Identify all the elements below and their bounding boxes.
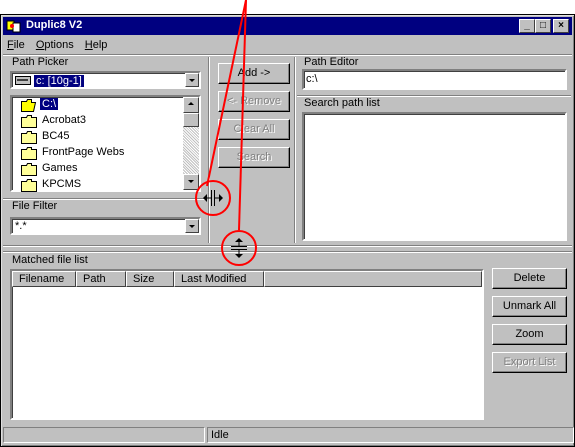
chevron-down-icon[interactable] [185, 73, 199, 87]
minimize-icon: _ [524, 20, 530, 31]
delete-button[interactable]: Delete [492, 268, 567, 289]
minimize-button[interactable]: _ [519, 19, 535, 33]
folder-icon [21, 115, 37, 128]
export-list-button[interactable]: Export List [492, 352, 567, 373]
open-folder-icon [21, 99, 37, 112]
folder-list-scrollbar[interactable] [183, 97, 199, 190]
matched-divider [3, 251, 572, 253]
app-icon [6, 20, 21, 33]
menu-file[interactable]: File [3, 37, 29, 51]
window-title: Duplic8 V2 [26, 19, 83, 31]
chevron-down-icon[interactable] [185, 219, 199, 233]
zoom-button[interactable]: Zoom [492, 324, 567, 345]
menu-bar: File Options Help [3, 37, 572, 55]
menu-help[interactable]: Help [81, 37, 112, 51]
status-bar: Idle [3, 426, 574, 444]
column-filename[interactable]: Filename [12, 271, 76, 287]
drive-value: c: [10g-1] [34, 75, 84, 87]
file-filter-select[interactable]: *.* [10, 217, 201, 235]
clear-all-button[interactable]: Clear All [218, 119, 290, 140]
horizontal-splitter[interactable] [3, 245, 572, 247]
maximize-button[interactable]: □ [535, 19, 551, 33]
folder-icon [21, 147, 37, 160]
file-filter-label: File Filter [12, 200, 58, 212]
path-editor-label: Path Editor [304, 56, 359, 68]
path-editor-value: c:\ [306, 73, 318, 85]
search-button[interactable]: Search [218, 147, 290, 168]
status-pane: Idle [207, 427, 574, 443]
matched-file-table[interactable]: Filename Path Size Last Modified [10, 269, 484, 420]
status-text: Idle [211, 429, 229, 441]
search-path-list[interactable] [302, 112, 567, 241]
right-splitter[interactable] [294, 57, 296, 243]
matched-file-list-label: Matched file list [12, 254, 88, 266]
scroll-up-icon[interactable] [183, 97, 199, 113]
column-path[interactable]: Path [76, 271, 126, 287]
path-editor-input[interactable]: c:\ [302, 69, 567, 90]
folder-list[interactable]: C:\ Acrobat3 BC45 FrontPage Webs Games K… [10, 95, 201, 192]
left-splitter[interactable] [208, 57, 210, 243]
status-pane-left [3, 427, 205, 443]
folder-icon [21, 179, 37, 192]
folder-icon [21, 131, 37, 144]
remove-button[interactable]: <- Remove [218, 91, 290, 112]
search-path-list-label: Search path list [304, 97, 380, 109]
file-filter-value: *.* [15, 220, 27, 232]
close-button[interactable]: × [553, 19, 569, 33]
list-item[interactable]: C:\ [14, 97, 183, 113]
column-size[interactable]: Size [126, 271, 174, 287]
scroll-down-icon[interactable] [183, 174, 199, 190]
add-button[interactable]: Add -> [218, 63, 290, 84]
title-bar[interactable]: Duplic8 V2 _ □ × [3, 17, 572, 35]
menu-options[interactable]: Options [32, 37, 78, 51]
drive-icon [15, 76, 31, 85]
maximize-icon: □ [539, 20, 547, 31]
menu-divider [3, 54, 572, 56]
close-icon: × [558, 20, 564, 31]
column-filler [264, 271, 482, 287]
scroll-thumb[interactable] [183, 113, 199, 127]
folder-icon [21, 163, 37, 176]
drive-select[interactable]: c: [10g-1] [10, 71, 201, 89]
unmark-all-button[interactable]: Unmark All [492, 296, 567, 317]
column-last-modified[interactable]: Last Modified [174, 271, 264, 287]
path-picker-label: Path Picker [12, 56, 69, 68]
app-window: Duplic8 V2 _ □ × File Options Help Path … [0, 14, 575, 447]
